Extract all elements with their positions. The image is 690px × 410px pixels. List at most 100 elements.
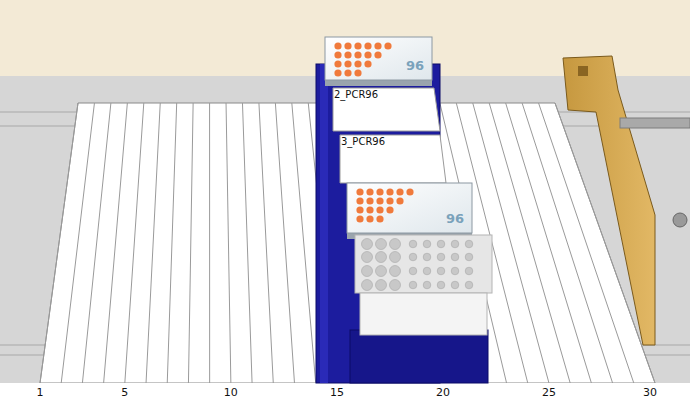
tube-hole	[451, 267, 459, 275]
well	[334, 42, 341, 49]
tube-hole	[376, 266, 387, 277]
tube-hole	[376, 239, 387, 250]
well	[344, 69, 351, 76]
well	[334, 69, 341, 76]
tube-hole	[437, 267, 445, 275]
labware-slot[interactable]: 3_PCR96	[340, 135, 446, 183]
tube-hole	[376, 252, 387, 263]
well	[376, 197, 383, 204]
plate-badge: 96	[446, 211, 464, 226]
tube-hole	[465, 267, 473, 275]
well	[334, 60, 341, 67]
well	[386, 188, 393, 195]
well	[354, 69, 361, 76]
well	[344, 60, 351, 67]
ruler	[0, 383, 690, 410]
grid-rail	[506, 103, 592, 383]
well	[366, 197, 373, 204]
tube-hole	[409, 253, 417, 261]
tube-hole	[437, 253, 445, 261]
well	[334, 51, 341, 58]
grid-rail	[275, 103, 294, 383]
tube-hole	[451, 281, 459, 289]
grid-rail	[209, 103, 210, 383]
ruler-number: 15	[330, 386, 344, 399]
tube-hole	[437, 240, 445, 248]
well	[376, 188, 383, 195]
well	[406, 188, 413, 195]
well	[366, 215, 373, 222]
grid-rail	[40, 103, 78, 383]
well	[356, 197, 363, 204]
well	[364, 60, 371, 67]
ruler-number: 25	[542, 386, 556, 399]
tower	[563, 56, 690, 345]
well	[354, 51, 361, 58]
microplate[interactable]: 96	[325, 37, 432, 86]
well	[374, 51, 381, 58]
ruler-number: 5	[121, 386, 128, 399]
well	[366, 188, 373, 195]
tube-hole	[390, 280, 401, 291]
tube-hole	[451, 240, 459, 248]
tube-hole	[437, 281, 445, 289]
plate-badge: 96	[406, 58, 424, 73]
tube-hole	[465, 281, 473, 289]
tube-hole	[362, 280, 373, 291]
well	[366, 206, 373, 213]
well	[344, 42, 351, 49]
tube-hole	[423, 281, 431, 289]
tube-hole	[409, 240, 417, 248]
well	[356, 188, 363, 195]
well	[354, 60, 361, 67]
well	[376, 206, 383, 213]
tube-hole	[390, 252, 401, 263]
well	[374, 42, 381, 49]
ruler-number: 20	[436, 386, 450, 399]
grid-rail	[242, 103, 252, 383]
grid-rail	[188, 103, 193, 383]
tube-hole	[390, 266, 401, 277]
well	[386, 206, 393, 213]
well	[376, 215, 383, 222]
grid-rail	[259, 103, 273, 383]
well	[384, 42, 391, 49]
well	[386, 197, 393, 204]
grid-rail	[82, 103, 110, 383]
tube-hole	[376, 280, 387, 291]
worktable-scene: 151015202530962_PCR963_PCR9696	[0, 0, 690, 410]
grid-rail	[167, 103, 176, 383]
labware-label: 3_PCR96	[341, 136, 385, 148]
tube-hole	[423, 240, 431, 248]
grid-rail	[226, 103, 231, 383]
grid-rail	[489, 103, 570, 383]
ruler-number: 30	[643, 386, 657, 399]
ruler-number: 10	[224, 386, 238, 399]
deck-view: 151015202530962_PCR963_PCR9696	[0, 0, 690, 410]
grid-rail	[146, 103, 160, 383]
ruler-number: 1	[37, 386, 44, 399]
well	[396, 188, 403, 195]
labware-slot[interactable]: 2_PCR96	[333, 88, 440, 131]
grid-rail	[61, 103, 94, 383]
microplate[interactable]: 96	[347, 183, 472, 239]
well	[354, 42, 361, 49]
grid-rail	[104, 103, 128, 383]
tube-hole	[465, 253, 473, 261]
tube-hole	[423, 253, 431, 261]
tube-hole	[451, 253, 459, 261]
tube-hole	[362, 239, 373, 250]
tube-hole	[390, 239, 401, 250]
tube-hole	[409, 281, 417, 289]
well	[364, 51, 371, 58]
tube-hole	[409, 267, 417, 275]
well	[396, 197, 403, 204]
tube-rack[interactable]	[355, 235, 492, 335]
well	[356, 215, 363, 222]
tube-hole	[423, 267, 431, 275]
tube-hole	[362, 266, 373, 277]
labware-label: 2_PCR96	[334, 89, 378, 101]
well	[344, 51, 351, 58]
well	[356, 206, 363, 213]
carrier[interactable]	[316, 64, 488, 383]
